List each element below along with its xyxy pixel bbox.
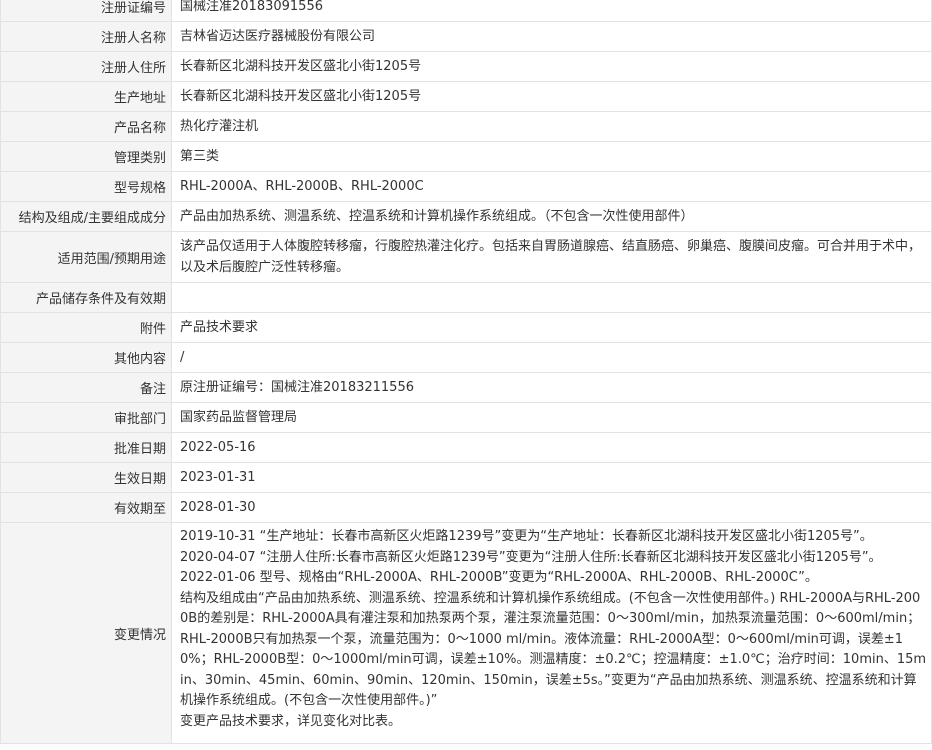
field-value: 原注册证编号：国械注准20183211556 <box>171 372 932 403</box>
row-model-spec: 型号规格 RHL-2000A、RHL-2000B、RHL-2000C <box>0 171 932 202</box>
field-value: 2028-01-30 <box>171 492 932 523</box>
field-label: 管理类别 <box>0 141 172 172</box>
row-attachment: 附件 产品技术要求 <box>0 312 932 343</box>
field-label: 变更情况 <box>0 522 172 744</box>
row-registration-number: 注册证编号 国械注准20183091556 <box>0 0 932 22</box>
field-value: RHL-2000A、RHL-2000B、RHL-2000C <box>171 171 932 202</box>
change-entry: 结构及组成由“产品由加热系统、测温系统、控温系统和计算机操作系统组成。(不包含一… <box>180 590 927 709</box>
field-value: 产品由加热系统、测温系统、控温系统和计算机操作系统组成。（不包含一次性使用部件） <box>171 201 932 232</box>
change-entry: 2019-10-31 “生产地址：长春市高新区火炬路1239号”变更为“生产地址… <box>180 529 873 544</box>
change-history-value: 2019-10-31 “生产地址：长春市高新区火炬路1239号”变更为“生产地址… <box>171 522 932 744</box>
field-value: 该产品仅适用于人体腹腔转移瘤，行腹腔热灌注化疗。包括来自胃肠道腺癌、结直肠癌、卵… <box>171 231 932 283</box>
change-entry: 2020-04-07 “注册人住所:长春市高新区火炬路1239号”变更为“注册人… <box>180 549 882 565</box>
row-structure-composition: 结构及组成/主要组成成分 产品由加热系统、测温系统、控温系统和计算机操作系统组成… <box>0 201 932 232</box>
row-management-category: 管理类别 第三类 <box>0 141 932 172</box>
field-label: 注册人住所 <box>0 51 172 82</box>
field-label: 注册证编号 <box>0 0 172 22</box>
field-label: 附件 <box>0 312 172 343</box>
row-product-name: 产品名称 热化疗灌注机 <box>0 111 932 142</box>
field-value: 吉林省迈达医疗器械股份有限公司 <box>171 21 932 52</box>
field-value: 产品技术要求 <box>171 312 932 343</box>
row-intended-use: 适用范围/预期用途 该产品仅适用于人体腹腔转移瘤，行腹腔热灌注化疗。包括来自胃肠… <box>0 231 932 283</box>
change-entry: 2022-01-06 型号、规格由“RHL-2000A、RHL-2000B”变更… <box>180 570 818 585</box>
field-value: / <box>171 342 932 373</box>
field-value: 国械注准20183091556 <box>171 0 932 22</box>
field-value: 2023-01-31 <box>171 462 932 493</box>
change-entry: 变更产品技术要求，详见变化对比表。 <box>180 713 402 729</box>
row-remarks: 备注 原注册证编号：国械注准20183211556 <box>0 372 932 403</box>
field-value: 热化疗灌注机 <box>171 111 932 142</box>
field-label: 型号规格 <box>0 171 172 202</box>
field-label: 审批部门 <box>0 402 172 433</box>
field-label: 备注 <box>0 372 172 403</box>
row-approval-department: 审批部门 国家药品监督管理局 <box>0 402 932 433</box>
field-value: 第三类 <box>171 141 932 172</box>
row-storage-conditions: 产品储存条件及有效期 <box>0 282 932 313</box>
field-label: 生产地址 <box>0 81 172 112</box>
field-value: 国家药品监督管理局 <box>171 402 932 433</box>
row-valid-until: 有效期至 2028-01-30 <box>0 492 932 523</box>
field-label: 产品储存条件及有效期 <box>0 282 172 313</box>
registration-record-table: 注册证编号 国械注准20183091556 注册人名称 吉林省迈达医疗器械股份有… <box>0 0 932 744</box>
field-label: 适用范围/预期用途 <box>0 231 172 283</box>
row-production-address: 生产地址 长春新区北湖科技开发区盛北小街1205号 <box>0 81 932 112</box>
field-label: 产品名称 <box>0 111 172 142</box>
row-registrant-address: 注册人住所 长春新区北湖科技开发区盛北小街1205号 <box>0 51 932 82</box>
row-registrant-name: 注册人名称 吉林省迈达医疗器械股份有限公司 <box>0 21 932 52</box>
field-label: 结构及组成/主要组成成分 <box>0 201 172 232</box>
field-label: 批准日期 <box>0 432 172 463</box>
row-effective-date: 生效日期 2023-01-31 <box>0 462 932 493</box>
field-label: 注册人名称 <box>0 21 172 52</box>
field-value: 长春新区北湖科技开发区盛北小街1205号 <box>171 51 932 82</box>
row-approval-date: 批准日期 2022-05-16 <box>0 432 932 463</box>
field-label: 生效日期 <box>0 462 172 493</box>
field-label: 其他内容 <box>0 342 172 373</box>
row-change-history: 变更情况 2019-10-31 “生产地址：长春市高新区火炬路1239号”变更为… <box>0 522 932 744</box>
field-value <box>171 282 932 313</box>
row-other-content: 其他内容 / <box>0 342 932 373</box>
field-value: 2022-05-16 <box>171 432 932 463</box>
field-label: 有效期至 <box>0 492 172 523</box>
field-value: 长春新区北湖科技开发区盛北小街1205号 <box>171 81 932 112</box>
